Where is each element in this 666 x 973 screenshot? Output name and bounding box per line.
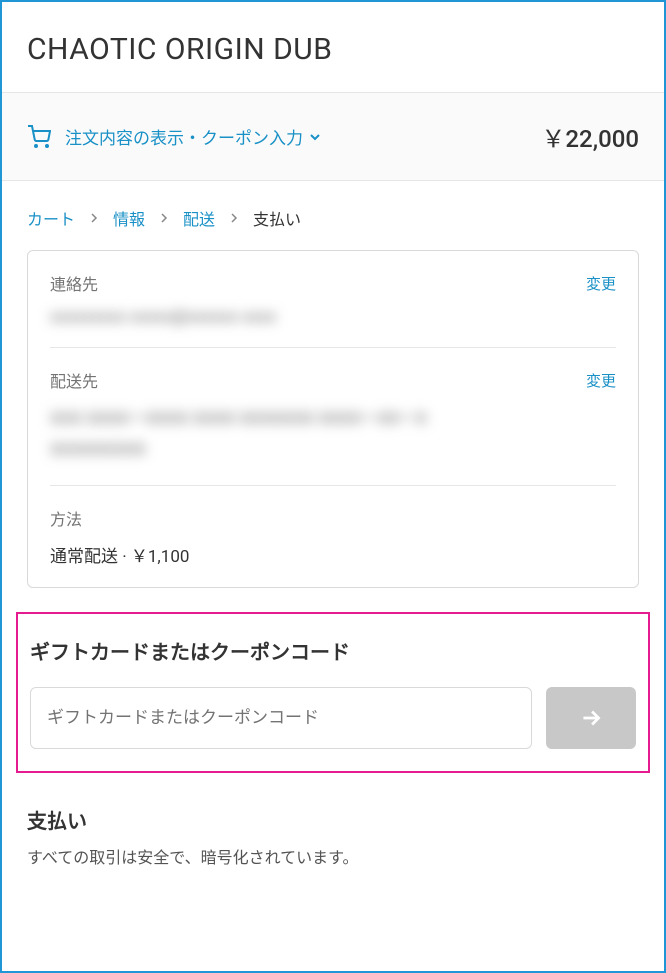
shipping-label: 配送先 [50,368,98,392]
coupon-title: ギフトカードまたはクーポンコード [30,636,636,665]
review-method: 方法 通常配送 · ￥1,100 [50,486,616,587]
brand-title: CHAOTIC ORIGIN DUB [27,32,639,67]
arrow-right-icon [578,705,604,731]
coupon-input-row [30,687,636,749]
shipping-value: XXX XXXXーXXXX XXXX XXXXXXX XXXXーXXーX XXX… [50,404,616,465]
method-value: 通常配送 · ￥1,100 [50,542,616,567]
method-label: 方法 [50,506,82,530]
coupon-input[interactable] [30,687,532,749]
apply-coupon-button[interactable] [546,687,636,749]
breadcrumb-shipping[interactable]: 配送 [183,206,215,230]
review-shipping-address: 配送先 変更 XXX XXXXーXXXX XXXX XXXXXXX XXXXーX… [50,348,616,486]
header: CHAOTIC ORIGIN DUB [2,2,664,92]
order-summary-text: 注文内容の表示・クーポン入力 [65,124,321,149]
breadcrumb: カート 情報 配送 支払い [2,181,664,250]
chevron-right-icon [229,213,239,223]
breadcrumb-payment: 支払い [253,206,301,230]
review-box: 連絡先 変更 xxxxxxxxx xxxxx@xxxxxx xxxx 配送先 変… [27,250,639,588]
payment-title: 支払い [27,805,639,834]
chevron-right-icon [89,213,99,223]
payment-section: 支払い すべての取引は安全で、暗号化されています。 [2,789,664,884]
review-contact: 連絡先 変更 xxxxxxxxx xxxxx@xxxxxx xxxx [50,251,616,348]
contact-value: xxxxxxxxx xxxxx@xxxxxx xxxx [50,307,616,327]
cart-icon [27,125,51,149]
payment-subtitle: すべての取引は安全で、暗号化されています。 [27,844,639,868]
change-shipping-link[interactable]: 変更 [586,370,616,391]
coupon-section: ギフトカードまたはクーポンコード [16,612,650,773]
order-summary-label: 注文内容の表示・クーポン入力 [65,124,303,149]
change-contact-link[interactable]: 変更 [586,273,616,294]
order-summary-left: 注文内容の表示・クーポン入力 [27,124,321,149]
price-total: ￥22,000 [541,119,639,154]
breadcrumb-cart[interactable]: カート [27,206,75,230]
contact-label: 連絡先 [50,271,98,295]
breadcrumb-info[interactable]: 情報 [113,206,145,230]
chevron-right-icon [159,213,169,223]
order-summary-toggle[interactable]: 注文内容の表示・クーポン入力 ￥22,000 [2,92,664,181]
chevron-down-icon [309,131,321,143]
